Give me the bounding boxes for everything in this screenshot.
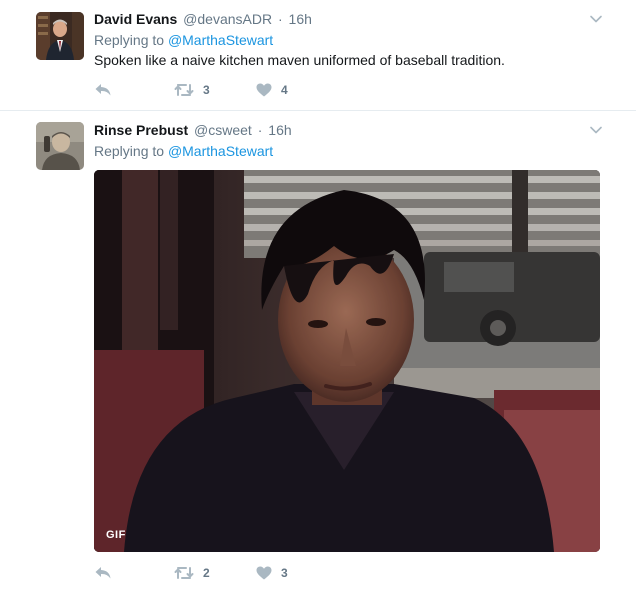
like-button[interactable]: 4	[256, 80, 288, 100]
author-handle[interactable]: @csweet	[194, 122, 252, 138]
retweet-button[interactable]: 3	[174, 80, 210, 100]
gif-badge: GIF	[106, 529, 126, 541]
tweet[interactable]: Rinse Prebust @csweet · 16h Replying to …	[0, 111, 636, 589]
reply-prefix: Replying to	[94, 143, 165, 159]
tweet[interactable]: David Evans @devansADR · 16h Replying to…	[0, 0, 636, 111]
avatar-photo-icon	[36, 12, 84, 60]
reply-icon	[95, 567, 111, 579]
tweet-text: Spoken like a naive kitchen maven unifor…	[94, 52, 505, 68]
header-separator: ·	[277, 11, 283, 27]
reply-button[interactable]	[94, 563, 112, 583]
like-count: 3	[281, 566, 288, 580]
tweet-header: David Evans @devansADR · 16h	[94, 10, 312, 28]
reply-context: Replying to @MarthaStewart	[94, 31, 273, 49]
more-options-chevron-down-icon[interactable]	[589, 12, 603, 26]
reply-context: Replying to @MarthaStewart	[94, 142, 273, 160]
author-avatar[interactable]	[36, 12, 84, 60]
gif-scene-image	[94, 170, 600, 552]
heart-icon	[256, 566, 272, 580]
tweet-timestamp[interactable]: 16h	[289, 11, 312, 27]
heart-icon	[256, 83, 272, 97]
gif-media[interactable]: GIF	[94, 170, 600, 552]
retweet-button[interactable]: 2	[174, 563, 210, 583]
more-options-chevron-down-icon[interactable]	[589, 123, 603, 137]
like-count: 4	[281, 83, 288, 97]
header-separator: ·	[257, 122, 263, 138]
reply-mention-link[interactable]: @MarthaStewart	[168, 143, 273, 159]
author-handle[interactable]: @devansADR	[183, 11, 272, 27]
tweet-timestamp[interactable]: 16h	[268, 122, 291, 138]
retweet-icon	[174, 84, 194, 96]
retweet-count: 2	[203, 566, 210, 580]
tweet-header: Rinse Prebust @csweet · 16h	[94, 121, 292, 139]
avatar-photo-icon	[36, 122, 84, 170]
author-name[interactable]: Rinse Prebust	[94, 122, 188, 138]
reply-button[interactable]	[94, 80, 112, 100]
author-avatar[interactable]	[36, 122, 84, 170]
reply-prefix: Replying to	[94, 32, 165, 48]
reply-mention-link[interactable]: @MarthaStewart	[168, 32, 273, 48]
reply-icon	[95, 84, 111, 96]
author-name[interactable]: David Evans	[94, 11, 177, 27]
retweet-count: 3	[203, 83, 210, 97]
like-button[interactable]: 3	[256, 563, 288, 583]
retweet-icon	[174, 567, 194, 579]
